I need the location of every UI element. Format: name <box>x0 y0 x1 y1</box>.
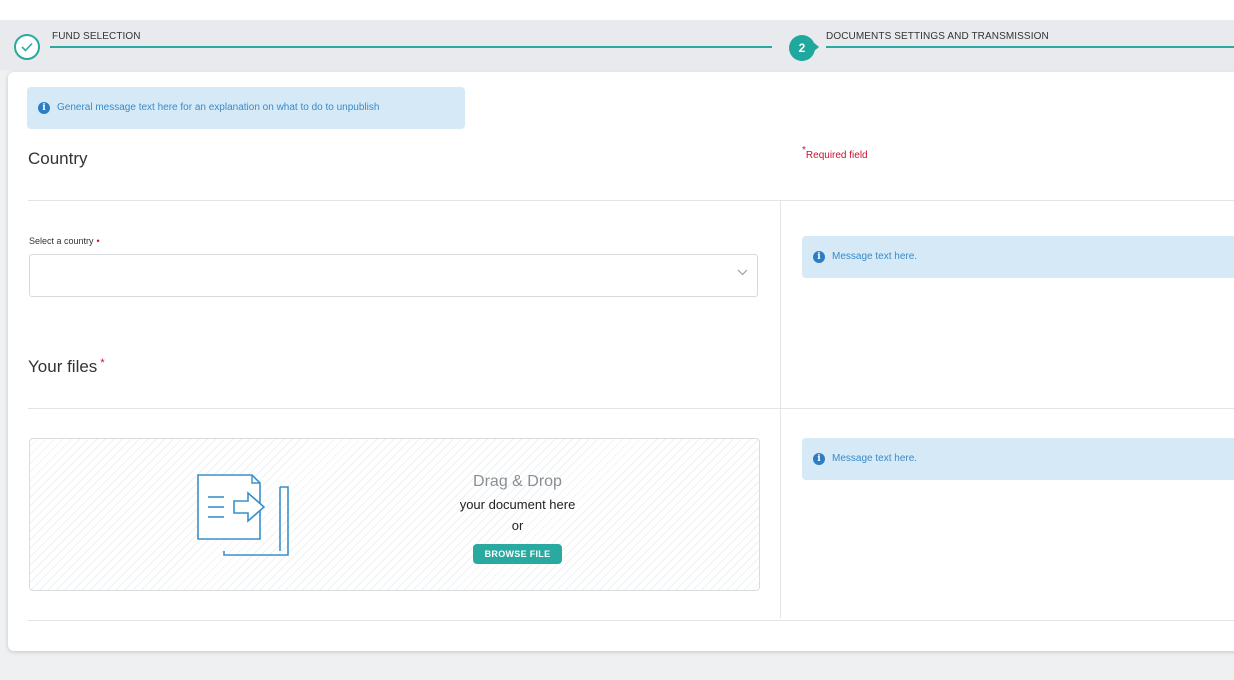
required-star: * <box>802 145 806 156</box>
country-select[interactable] <box>29 254 758 297</box>
stepper: FUND SELECTION 2 DOCUMENTS SETTINGS AND … <box>0 20 1234 70</box>
info-icon: i <box>813 453 825 465</box>
required-field-text: Required field <box>805 150 868 161</box>
dropzone-title: Drag & Drop <box>473 473 562 490</box>
country-title-text: Country <box>28 149 88 168</box>
country-info-message: i Message text here. <box>802 236 1234 278</box>
divider <box>28 620 1234 621</box>
file-dropzone[interactable]: Drag & Drop your document here or BROWSE… <box>29 438 760 591</box>
files-message-text: Message text here. <box>832 453 918 464</box>
files-title-text: Your files <box>28 357 98 376</box>
browse-file-button[interactable]: BROWSE FILE <box>473 544 562 564</box>
step-2-label[interactable]: DOCUMENTS SETTINGS AND TRANSMISSION <box>826 31 1049 42</box>
step-1-label[interactable]: FUND SELECTION <box>52 31 141 42</box>
country-message-text: Message text here. <box>832 251 918 262</box>
select-country-label-text: Select a country <box>29 236 94 246</box>
step-1-check-icon[interactable] <box>14 34 40 60</box>
required-field-note: *Required field <box>802 145 868 161</box>
column-divider <box>780 200 781 618</box>
files-section-title: Your files * <box>28 357 105 377</box>
form-card: i General message text here for an expla… <box>8 72 1234 651</box>
general-info-message: i General message text here for an expla… <box>27 87 465 129</box>
required-star: * <box>100 357 105 369</box>
dropzone-subtitle: your document here <box>459 497 576 512</box>
step-1-line <box>50 46 772 48</box>
required-star: • <box>96 236 100 246</box>
country-section-title: Country <box>28 149 88 169</box>
top-strip <box>0 0 1234 20</box>
check-icon <box>21 42 33 52</box>
files-info-message: i Message text here. <box>802 438 1234 480</box>
chevron-down-icon <box>737 269 748 276</box>
step-2-number[interactable]: 2 <box>789 35 815 61</box>
info-icon: i <box>813 251 825 263</box>
step-2-line <box>826 46 1234 48</box>
dropzone-or: or <box>511 518 524 533</box>
divider <box>28 200 1234 201</box>
info-icon: i <box>38 102 50 114</box>
divider <box>28 408 1234 409</box>
select-country-label: Select a country • <box>29 236 100 246</box>
general-message-text: General message text here for an explana… <box>57 102 380 113</box>
step-2-arrow-icon <box>813 42 819 52</box>
